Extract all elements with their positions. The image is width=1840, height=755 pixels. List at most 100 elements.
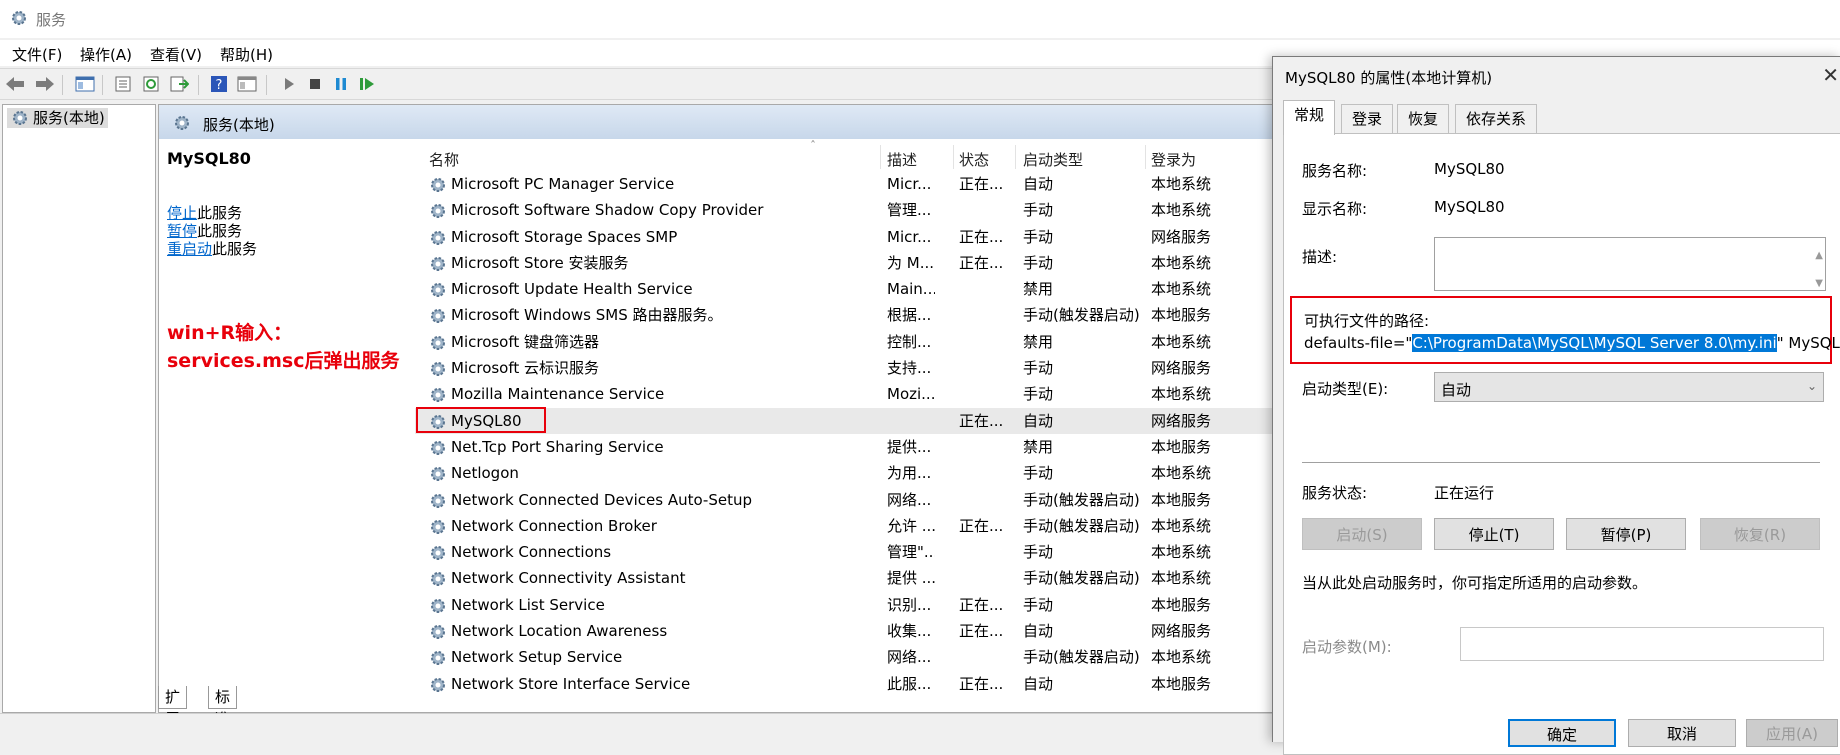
forward-icon[interactable] xyxy=(34,74,56,94)
dialog-title: MySQL80 的属性(本地计算机) xyxy=(1285,69,1493,87)
service-startup-type: 手动 xyxy=(1023,227,1054,246)
start-button[interactable]: 启动(S) xyxy=(1302,518,1422,550)
startup-type-select[interactable]: 自动 ⌄ xyxy=(1434,372,1824,402)
tab-dependencies[interactable]: 依存关系 xyxy=(1455,104,1538,133)
close-icon[interactable]: ✕ xyxy=(1822,63,1839,87)
table-row[interactable]: Net.Tcp Port Sharing Service 提供... 禁用 本地服务 xyxy=(415,434,1279,460)
start-params-input[interactable] xyxy=(1460,627,1824,661)
description-label: 描述: xyxy=(1302,248,1338,266)
service-status-value: 正在运行 xyxy=(1434,484,1495,502)
properties-icon[interactable] xyxy=(112,74,134,94)
pause-button[interactable]: 暂停(P) xyxy=(1566,518,1686,550)
service-startup-type: 自动 xyxy=(1023,175,1054,193)
service-name: Network Setup Service xyxy=(451,648,623,667)
table-row[interactable]: Microsoft Store 安装服务 为 M... 正在... 手动 本地系统 xyxy=(415,250,1279,276)
restart-link[interactable]: 重启动 xyxy=(167,240,212,258)
pause-service-icon[interactable] xyxy=(330,74,352,94)
service-name: Network Connections xyxy=(451,543,612,562)
column-header-startup-type[interactable]: 启动类型 xyxy=(1023,149,1083,170)
column-header-logon-as[interactable]: 登录为 xyxy=(1151,149,1196,170)
service-description: Main... xyxy=(887,280,935,299)
refresh-icon[interactable] xyxy=(140,74,162,94)
help-icon[interactable]: ? xyxy=(208,74,230,94)
restart-service-icon[interactable] xyxy=(356,74,378,94)
table-row[interactable]: Microsoft 云标识服务 支持... 手动 网络服务 xyxy=(415,355,1279,381)
tab-logon[interactable]: 登录 xyxy=(1341,104,1394,133)
service-status: 正在... xyxy=(959,516,1004,535)
service-description: 收集... xyxy=(887,622,932,641)
action-text: 此服务 xyxy=(212,240,258,258)
table-row[interactable]: Network List Service 识别... 正在... 手动 本地服务 xyxy=(415,592,1279,618)
table-row[interactable]: Network Location Awareness 收集... 正在... 自动 网络… xyxy=(415,618,1279,644)
cancel-button[interactable]: 取消 xyxy=(1628,719,1736,747)
tab-recovery[interactable]: 恢复 xyxy=(1397,104,1450,133)
table-row[interactable]: Network Store Interface Service 此服... 正在..… xyxy=(415,671,1279,697)
view-icon[interactable] xyxy=(236,74,258,94)
show-hide-console-tree-icon[interactable] xyxy=(74,74,96,94)
service-status-label: 服务状态: xyxy=(1302,484,1368,502)
service-startup-type: 手动(触发器启动) xyxy=(1023,306,1140,325)
service-description: 识别... xyxy=(887,595,932,614)
table-row[interactable]: Network Connection Broker 允许 ... 正在... 手动(触… xyxy=(415,513,1279,539)
service-description: 管理"... xyxy=(887,543,935,562)
service-description: 提供 ... xyxy=(887,569,935,588)
stop-service-icon[interactable] xyxy=(304,74,326,94)
ok-button[interactable]: 确定 xyxy=(1508,719,1616,747)
description-textbox[interactable]: ▲ ▼ xyxy=(1434,237,1826,291)
service-status: 正在... xyxy=(959,411,1004,430)
apply-button[interactable]: 应用(A) xyxy=(1746,719,1838,747)
column-header-description[interactable]: 描述 xyxy=(887,149,917,170)
service-startup-type: 禁用 xyxy=(1023,280,1054,299)
tree-item-services-local[interactable]: 服务(本地) xyxy=(7,108,108,128)
table-row[interactable]: Microsoft Software Shadow Copy Provider 管… xyxy=(415,197,1279,223)
pane-header-title: 服务(本地) xyxy=(203,116,275,134)
service-description: 允许 ... xyxy=(887,516,935,535)
table-row[interactable]: Microsoft 键盘筛选器 控制... 禁用 本地系统 xyxy=(415,329,1279,355)
back-icon[interactable] xyxy=(4,74,26,94)
service-logon-as: 本地系统 xyxy=(1151,569,1212,588)
tab-extended[interactable]: 扩展 xyxy=(158,686,188,728)
service-logon-as: 本地系统 xyxy=(1151,516,1212,535)
tree-item-label: 服务(本地) xyxy=(33,109,105,127)
table-row[interactable]: Microsoft Update Health Service Main... 禁用… xyxy=(415,276,1279,302)
column-header-name[interactable]: 名称 xyxy=(429,149,459,170)
chevron-down-icon: ⌄ xyxy=(1806,379,1817,393)
table-row[interactable]: Microsoft PC Manager Service Micr... 正在...… xyxy=(415,171,1279,197)
service-status: 正在... xyxy=(959,674,1004,693)
service-name: Netlogon xyxy=(451,464,519,483)
service-description: 提供... xyxy=(887,437,932,456)
resume-button[interactable]: 恢复(R) xyxy=(1700,518,1820,550)
export-list-icon[interactable] xyxy=(168,74,190,94)
service-description: 支持... xyxy=(887,359,932,378)
service-startup-type: 手动 xyxy=(1023,201,1054,220)
executable-path-value[interactable]: defaults-file="C:\ProgramData\MySQL\MySQ… xyxy=(1304,334,1840,352)
window-title: 服务 xyxy=(36,11,67,29)
service-logon-as: 本地系统 xyxy=(1151,332,1212,351)
table-row[interactable]: Microsoft Windows SMS 路由器服务。 根据... 手动(触发器启… xyxy=(415,302,1279,328)
table-row[interactable]: Mozilla Maintenance Service Mozi... 手动 本地系统 xyxy=(415,381,1279,407)
service-startup-type: 手动 xyxy=(1023,464,1054,483)
startup-type-label: 启动类型(E): xyxy=(1302,380,1389,398)
service-name-value: MySQL80 xyxy=(1434,160,1505,178)
path-selected-text[interactable]: C:\ProgramData\MySQL\MySQL Server 8.0\my… xyxy=(1412,334,1777,352)
service-description: Micr... xyxy=(887,227,932,246)
table-row[interactable]: Network Connectivity Assistant 提供 ... 手动(触… xyxy=(415,565,1279,591)
table-row[interactable]: Microsoft Storage Spaces SMP Micr... 正在...… xyxy=(415,224,1279,250)
tab-general[interactable]: 常规 xyxy=(1283,100,1336,135)
service-gear-icon xyxy=(429,676,447,702)
menu-help[interactable]: 帮助(H) xyxy=(220,44,273,65)
tab-standard[interactable]: 标准 xyxy=(208,686,238,728)
stop-button[interactable]: 停止(T) xyxy=(1434,518,1554,550)
table-row[interactable]: Netlogon 为用... 手动 本地系统 xyxy=(415,460,1279,486)
menu-file[interactable]: 文件(F) xyxy=(12,44,62,65)
scroll-arrows-icon[interactable]: ▲ ▼ xyxy=(1815,242,1823,298)
menu-view[interactable]: 查看(V) xyxy=(150,44,202,65)
start-service-icon[interactable] xyxy=(278,74,300,94)
column-header-status[interactable]: 状态 xyxy=(959,149,989,170)
table-row[interactable]: Network Setup Service 网络... 手动(触发器启动) 本地系统 xyxy=(415,644,1279,670)
table-row[interactable]: Network Connections 管理"... 手动 本地系统 xyxy=(415,539,1279,565)
service-logon-as: 本地服务 xyxy=(1151,437,1212,456)
service-startup-type: 手动 xyxy=(1023,385,1054,404)
menu-action[interactable]: 操作(A) xyxy=(80,44,132,65)
table-row[interactable]: Network Connected Devices Auto-Setup 网络..… xyxy=(415,487,1279,513)
